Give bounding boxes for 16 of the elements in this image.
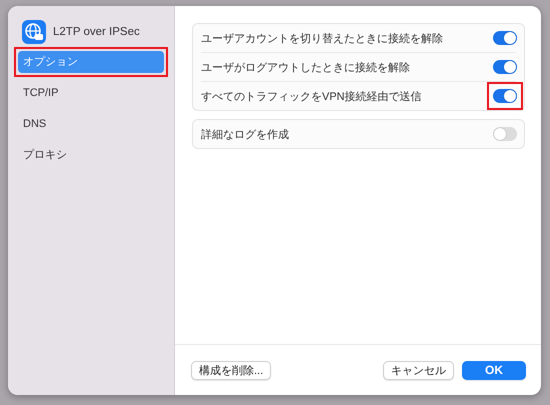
toggle-switch[interactable] (493, 31, 517, 45)
option-label: すべてのトラフィックをVPN接続経由で送信 (201, 90, 422, 104)
option-label: ユーザアカウントを切り替えたときに接続を解除 (201, 32, 443, 46)
option-label: ユーザがログアウトしたときに接続を解除 (201, 60, 410, 74)
dialog-button[interactable]: 構成を削除... (191, 360, 272, 380)
dialog-button[interactable]: キャンセル (383, 360, 454, 380)
toggle-switch[interactable] (493, 89, 517, 103)
sidebar-item[interactable]: TCP/IP (18, 82, 164, 104)
sidebar-item[interactable]: DNS (18, 113, 164, 135)
sidebar-item[interactable]: プロキシ (18, 144, 164, 166)
option-label: 詳細なログを作成 (201, 128, 289, 142)
dialog-button[interactable]: OK (462, 360, 526, 380)
connection-title: L2TP over IPSec (53, 26, 140, 38)
globe-icon (22, 20, 46, 44)
toggle-switch[interactable] (493, 60, 517, 74)
toggle-switch[interactable] (493, 127, 517, 141)
